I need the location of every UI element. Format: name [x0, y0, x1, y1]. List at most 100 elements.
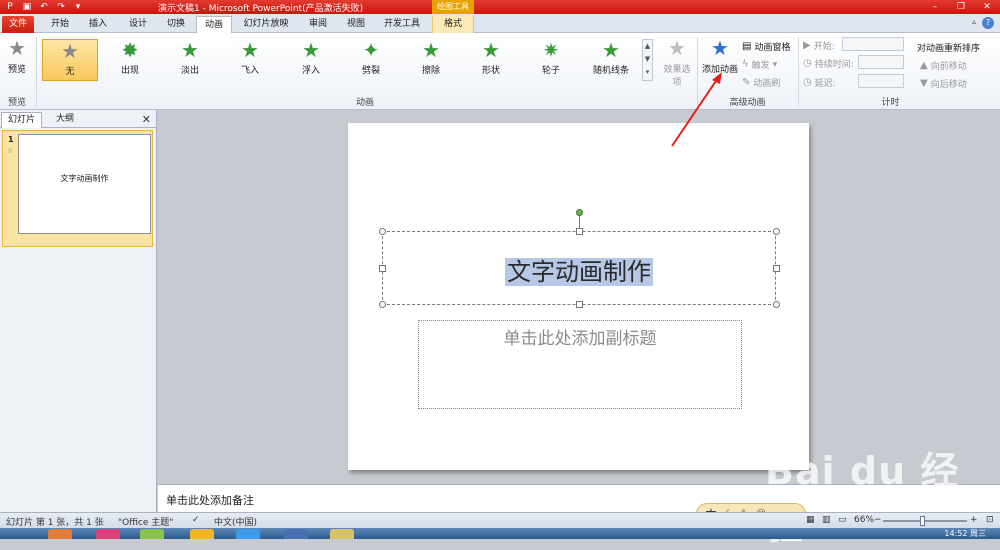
- tab-format[interactable]: 格式: [432, 16, 474, 33]
- reading-view-icon[interactable]: ▭: [838, 515, 847, 525]
- preview-button[interactable]: ★ 预览: [4, 37, 30, 75]
- redo-icon[interactable]: ↷: [55, 1, 67, 13]
- app-icon[interactable]: P: [4, 1, 16, 13]
- tab-animations[interactable]: 动画: [196, 16, 232, 33]
- normal-view-icon[interactable]: ▦: [806, 515, 815, 525]
- taskbar-app-icon[interactable]: [236, 529, 260, 539]
- resize-handle[interactable]: [773, 301, 780, 308]
- animation-fade[interactable]: ★ 淡出: [162, 39, 218, 81]
- zoom-out-icon[interactable]: −: [874, 515, 882, 525]
- pane-tabs: 幻灯片 大纲 ✕: [0, 112, 157, 128]
- taskbar-app-icon[interactable]: [330, 529, 354, 539]
- taskbar-app-icon[interactable]: [140, 529, 164, 539]
- close-icon[interactable]: ✕: [142, 113, 151, 126]
- rotate-handle[interactable]: [576, 209, 583, 216]
- animation-shape[interactable]: ★ 形状: [463, 39, 519, 81]
- status-bar: 幻灯片 第 1 张，共 1 张 "Office 主题" ✓ 中文(中国) ▦ ▥…: [0, 512, 1000, 528]
- help-icon[interactable]: ?: [982, 17, 994, 29]
- lightning-icon: ϟ: [742, 59, 749, 70]
- slide-title[interactable]: 文字动画制作: [505, 258, 653, 286]
- zoom-slider-thumb[interactable]: [920, 516, 925, 526]
- tab-outline[interactable]: 大纲: [50, 112, 80, 128]
- taskbar-clock: 14:52 周三: [944, 529, 986, 538]
- tab-developer[interactable]: 开发工具: [378, 16, 426, 33]
- title-text-wrap: 文字动画制作: [383, 252, 775, 287]
- subtitle-placeholder[interactable]: 单击此处添加副标题: [418, 320, 742, 409]
- slide-sorter-icon[interactable]: ▥: [822, 515, 831, 525]
- tab-file[interactable]: 文件: [2, 16, 34, 33]
- animation-appear[interactable]: ✸ 出现: [102, 39, 158, 81]
- customize-qat-icon[interactable]: ▾: [72, 1, 84, 13]
- resize-handle[interactable]: [773, 228, 780, 235]
- undo-icon[interactable]: ↶: [38, 1, 50, 13]
- resize-handle[interactable]: [379, 301, 386, 308]
- slide[interactable]: 文字动画制作 单击此处添加副标题: [348, 123, 809, 470]
- zoom-level[interactable]: 66%: [854, 515, 874, 525]
- duration-input[interactable]: [858, 55, 904, 69]
- tab-design[interactable]: 设计: [122, 16, 154, 33]
- thumbnail-title: 文字动画制作: [60, 174, 109, 183]
- delay-input[interactable]: [858, 74, 904, 88]
- tab-transitions[interactable]: 切换: [160, 16, 192, 33]
- taskbar-app-icon[interactable]: [48, 529, 72, 539]
- animation-pane-button[interactable]: ▤ 动画窗格: [742, 40, 790, 53]
- slide-info: 幻灯片 第 1 张，共 1 张: [6, 518, 104, 528]
- animation-float-in[interactable]: ★ 浮入: [283, 39, 339, 81]
- resize-handle[interactable]: [773, 265, 780, 272]
- taskbar: 14:52 周三: [0, 528, 1000, 539]
- title-placeholder[interactable]: 文字动画制作: [382, 231, 776, 305]
- gallery-scroll[interactable]: ▲ ▼ ▾: [642, 39, 653, 81]
- taskbar-app-icon[interactable]: [96, 529, 120, 539]
- play-icon: ▶: [803, 40, 811, 51]
- trigger-button[interactable]: ϟ 触发 ▾: [742, 58, 777, 71]
- animation-painter-button[interactable]: ✎ 动画刷: [742, 76, 780, 89]
- slide-thumbnail[interactable]: 文字动画制作: [18, 134, 151, 234]
- tab-insert[interactable]: 插入: [82, 16, 114, 33]
- move-later-button[interactable]: ▼ 向后移动: [920, 77, 967, 90]
- resize-handle[interactable]: [576, 228, 583, 235]
- animation-none[interactable]: ★ 无: [42, 39, 98, 81]
- reorder-title: 对动画重新排序: [917, 44, 981, 54]
- animation-fly-in[interactable]: ★ 飞入: [222, 39, 278, 81]
- clock-icon: ◷: [803, 58, 812, 69]
- animation-wipe[interactable]: ★ 擦除: [403, 39, 459, 81]
- animation-wheel[interactable]: ✷ 轮子: [523, 39, 579, 81]
- watermark-url: jingyan.baidu.com: [860, 493, 962, 506]
- star-icon: ★: [181, 38, 199, 62]
- tab-review[interactable]: 审阅: [302, 16, 334, 33]
- taskbar-app-icon[interactable]: [190, 529, 214, 539]
- resize-handle[interactable]: [576, 301, 583, 308]
- animation-random-bars[interactable]: ★ 随机线条: [583, 39, 639, 81]
- tab-slides[interactable]: 幻灯片: [1, 112, 43, 128]
- star-icon: ★: [422, 38, 440, 62]
- tab-home[interactable]: 开始: [44, 16, 76, 33]
- move-earlier-button[interactable]: ▲ 向前移动: [920, 59, 967, 72]
- star-icon: ★: [241, 38, 259, 62]
- start-label: ▶ 开始:: [803, 40, 835, 52]
- resize-handle[interactable]: [379, 228, 386, 235]
- slide-thumbnail-item[interactable]: 1 ☆ 文字动画制作: [2, 130, 153, 247]
- minimize-ribbon-icon[interactable]: ▵: [972, 17, 976, 26]
- brush-icon: ✎: [742, 77, 751, 88]
- fit-window-icon[interactable]: ⊡: [986, 515, 994, 525]
- start-select[interactable]: [842, 37, 904, 51]
- language[interactable]: 中文(中国): [214, 515, 257, 528]
- zoom-slider[interactable]: [883, 520, 967, 522]
- maximize-button[interactable]: ❐: [948, 0, 974, 14]
- tab-view[interactable]: 视图: [340, 16, 372, 33]
- animation-split[interactable]: ✦ 劈裂: [343, 39, 399, 81]
- tab-slideshow[interactable]: 幻灯片放映: [238, 16, 294, 33]
- star-icon: ✦: [362, 38, 380, 62]
- theme-name[interactable]: "Office 主题": [118, 515, 173, 528]
- star-icon: ✷: [542, 38, 560, 62]
- close-button[interactable]: ✕: [974, 0, 1000, 14]
- save-icon[interactable]: ▣: [21, 1, 33, 13]
- animation-marker-icon: ☆: [7, 147, 14, 155]
- minimize-button[interactable]: –: [922, 0, 948, 14]
- animation-pane-icon: ▤: [742, 41, 752, 52]
- ribbon: ★ 预览 预览 ★ 无 ✸ 出现 ★ 淡出 ★ 飞入 ★ 浮入 ✦ 劈裂 ★ 擦…: [0, 33, 1000, 110]
- spellcheck-icon[interactable]: ✓: [192, 515, 200, 525]
- resize-handle[interactable]: [379, 265, 386, 272]
- zoom-in-icon[interactable]: +: [970, 515, 978, 525]
- taskbar-app-icon[interactable]: [284, 529, 308, 539]
